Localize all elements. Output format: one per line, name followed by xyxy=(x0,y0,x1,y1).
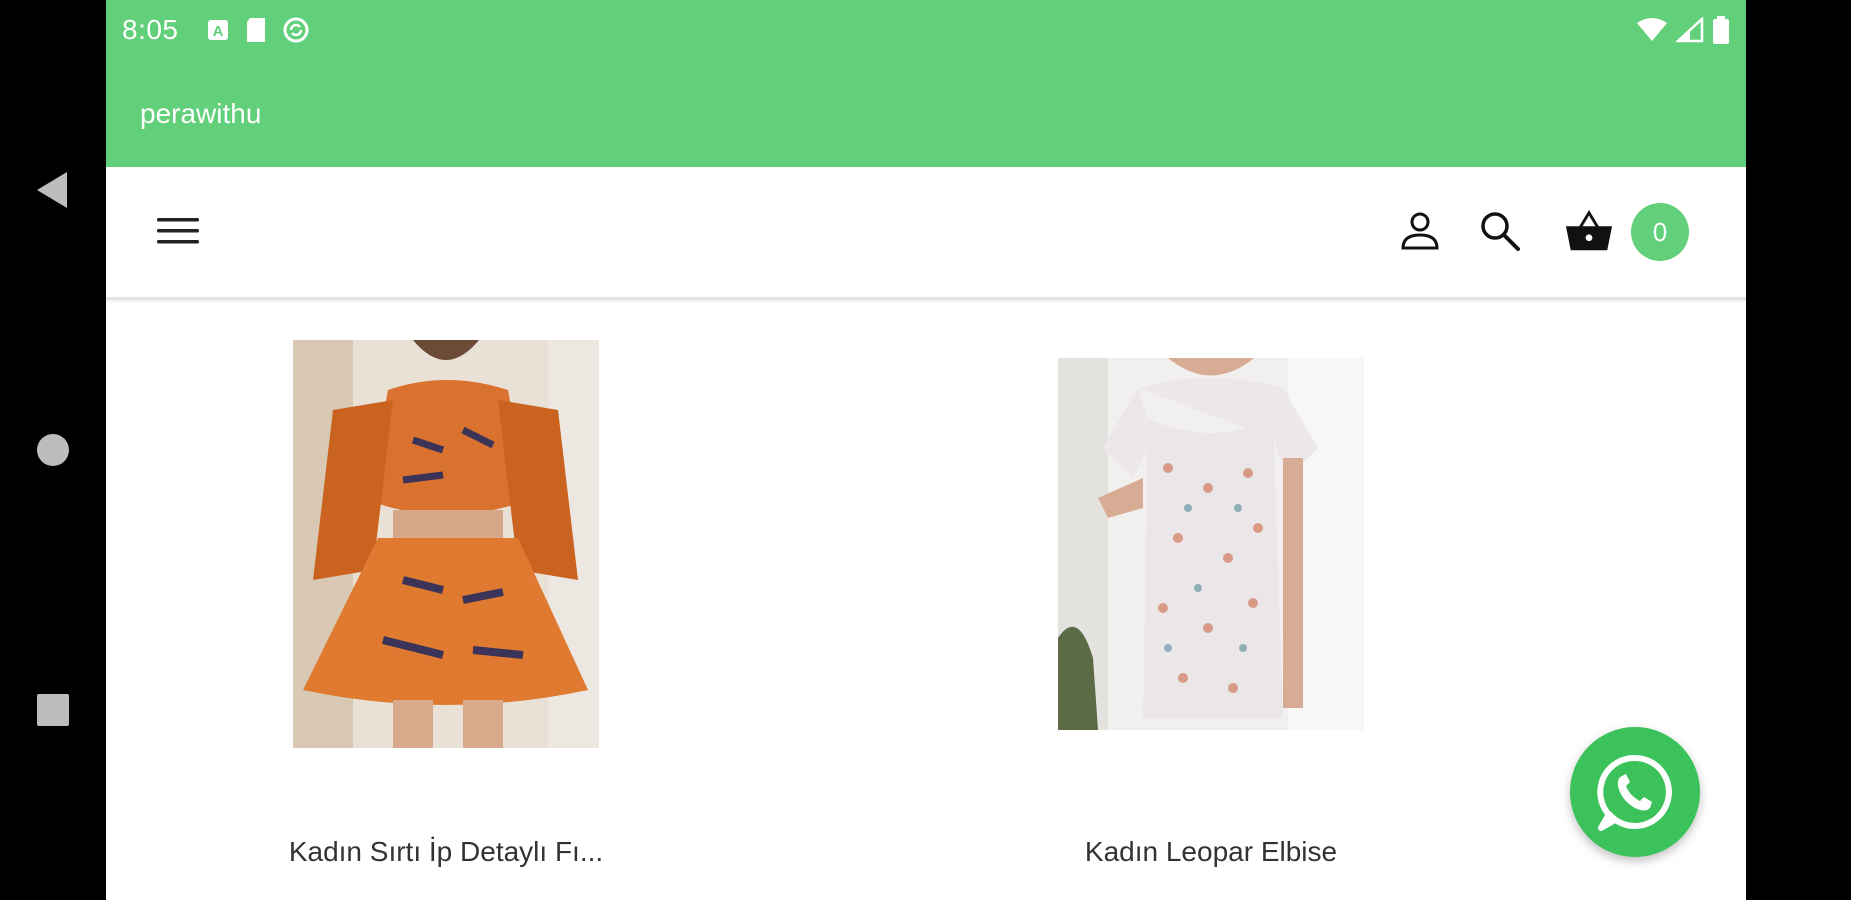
wifi-icon xyxy=(1637,18,1667,41)
product-name[interactable]: Kadın Sırtı İp Detaylı Fı... xyxy=(236,836,656,868)
right-black-margin xyxy=(1746,0,1851,900)
system-navigation-bar xyxy=(0,0,106,900)
recents-square-icon xyxy=(37,694,69,726)
status-time: 8:05 xyxy=(122,14,179,45)
user-icon xyxy=(1401,212,1439,250)
product-name[interactable]: Kadın Leopar Elbise xyxy=(1001,836,1421,868)
recents-button[interactable] xyxy=(0,680,106,740)
app-screen: 8:05 A perawithu 0 Kadın Sırtı İp Detayl… xyxy=(106,0,1746,900)
product-image[interactable] xyxy=(1058,358,1364,730)
search-icon xyxy=(1481,212,1520,251)
battery-icon xyxy=(1713,16,1729,44)
menu-button[interactable] xyxy=(156,209,200,253)
hamburger-menu-icon xyxy=(157,218,199,244)
cell-signal-icon xyxy=(1676,17,1704,43)
status-bar: 8:05 A xyxy=(106,0,1746,64)
product-card[interactable]: Kadın Leopar Elbise xyxy=(1021,340,1401,867)
product-card[interactable]: Kadın Sırtı İp Detaylı Fı... xyxy=(256,340,636,867)
app-bar: perawithu xyxy=(106,64,1746,167)
account-button[interactable] xyxy=(1396,207,1444,255)
back-triangle-icon xyxy=(37,172,67,208)
basket-icon xyxy=(1565,209,1613,251)
text-a-icon: A xyxy=(208,20,228,40)
product-image[interactable] xyxy=(293,340,599,748)
sd-card-icon xyxy=(247,18,265,42)
whatsapp-button[interactable] xyxy=(1570,727,1700,857)
svg-text:A: A xyxy=(213,23,224,40)
sync-icon xyxy=(283,17,309,43)
app-title: perawithu xyxy=(140,98,262,129)
search-button[interactable] xyxy=(1476,207,1524,255)
store-header: 0 xyxy=(106,167,1746,300)
whatsapp-icon xyxy=(1597,754,1672,831)
status-notification-icons: A xyxy=(206,16,310,44)
home-button[interactable] xyxy=(0,420,106,480)
back-button[interactable] xyxy=(0,160,106,220)
cart-count-badge[interactable]: 0 xyxy=(1631,203,1689,261)
home-circle-icon xyxy=(37,434,69,466)
status-system-icons xyxy=(1636,16,1730,44)
cart-button[interactable] xyxy=(1565,207,1613,255)
